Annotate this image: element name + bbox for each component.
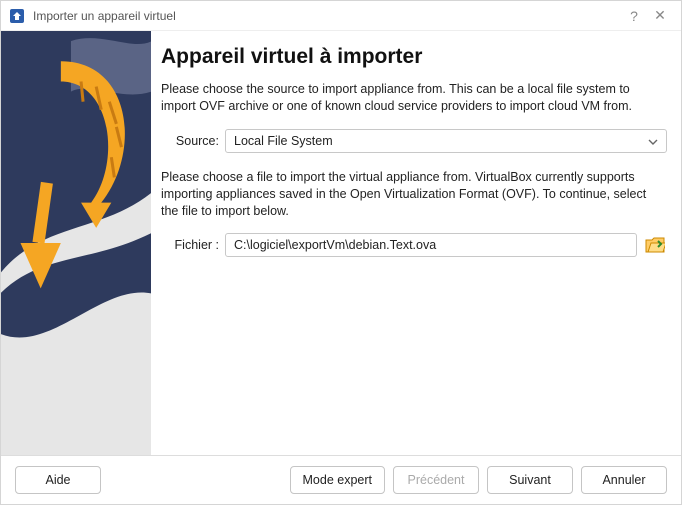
close-icon[interactable]: ✕ (647, 3, 673, 29)
chevron-down-icon (648, 134, 658, 148)
window-title: Importer un appareil virtuel (33, 9, 621, 23)
back-button: Précédent (393, 466, 479, 494)
content-panel: Appareil virtuel à importer Please choos… (151, 31, 681, 455)
file-row: Fichier : (161, 233, 667, 257)
dialog-body: Appareil virtuel à importer Please choos… (1, 31, 681, 455)
help-icon[interactable]: ? (621, 3, 647, 29)
file-description: Please choose a file to import the virtu… (161, 169, 667, 220)
source-description: Please choose the source to import appli… (161, 81, 667, 115)
browse-button[interactable] (643, 233, 667, 257)
sidebar-illustration (1, 31, 151, 455)
cancel-button[interactable]: Annuler (581, 466, 667, 494)
file-input[interactable] (225, 233, 637, 257)
footer: Aide Mode expert Précédent Suivant Annul… (1, 455, 681, 504)
source-select[interactable]: Local File System (225, 129, 667, 153)
page-title: Appareil virtuel à importer (161, 45, 667, 69)
dialog-window: Importer un appareil virtuel ? ✕ (0, 0, 682, 505)
help-button[interactable]: Aide (15, 466, 101, 494)
source-row: Source: Local File System (161, 129, 667, 153)
titlebar: Importer un appareil virtuel ? ✕ (1, 1, 681, 31)
source-value: Local File System (234, 134, 333, 148)
expert-mode-button[interactable]: Mode expert (290, 466, 385, 494)
next-button[interactable]: Suivant (487, 466, 573, 494)
file-label: Fichier : (161, 238, 219, 252)
app-icon (9, 8, 25, 24)
source-label: Source: (161, 134, 219, 148)
